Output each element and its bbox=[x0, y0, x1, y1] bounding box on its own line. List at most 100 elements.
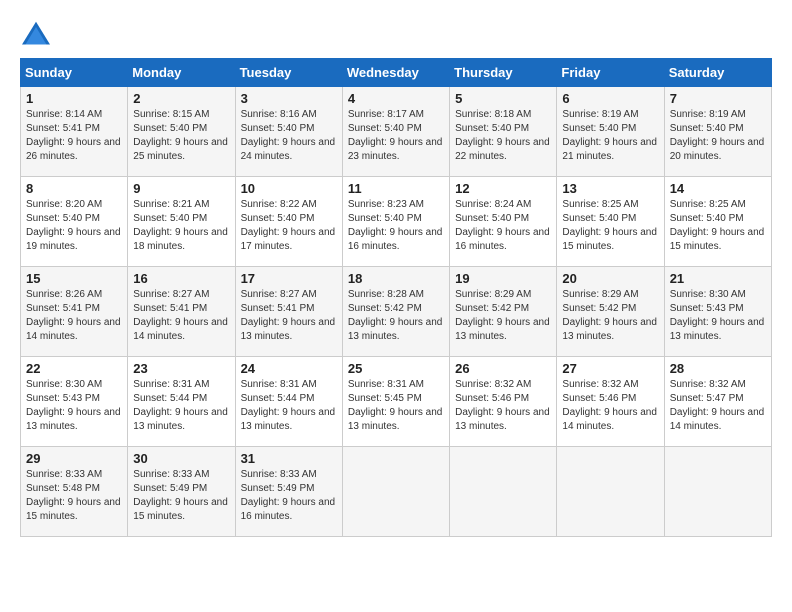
header-saturday: Saturday bbox=[664, 59, 771, 87]
calendar-cell: 21 Sunrise: 8:30 AMSunset: 5:43 PMDaylig… bbox=[664, 267, 771, 357]
header-friday: Friday bbox=[557, 59, 664, 87]
day-number: 8 bbox=[26, 181, 122, 196]
calendar-cell bbox=[664, 447, 771, 537]
calendar-cell: 29 Sunrise: 8:33 AMSunset: 5:48 PMDaylig… bbox=[21, 447, 128, 537]
calendar-cell: 7 Sunrise: 8:19 AMSunset: 5:40 PMDayligh… bbox=[664, 87, 771, 177]
day-number: 4 bbox=[348, 91, 444, 106]
calendar-cell: 2 Sunrise: 8:15 AMSunset: 5:40 PMDayligh… bbox=[128, 87, 235, 177]
day-info: Sunrise: 8:23 AMSunset: 5:40 PMDaylight:… bbox=[348, 199, 443, 252]
day-info: Sunrise: 8:28 AMSunset: 5:42 PMDaylight:… bbox=[348, 289, 443, 342]
day-number: 14 bbox=[670, 181, 766, 196]
calendar-cell: 28 Sunrise: 8:32 AMSunset: 5:47 PMDaylig… bbox=[664, 357, 771, 447]
calendar-header: SundayMondayTuesdayWednesdayThursdayFrid… bbox=[21, 59, 772, 87]
day-info: Sunrise: 8:16 AMSunset: 5:40 PMDaylight:… bbox=[241, 109, 336, 162]
calendar-cell: 3 Sunrise: 8:16 AMSunset: 5:40 PMDayligh… bbox=[235, 87, 342, 177]
day-number: 9 bbox=[133, 181, 229, 196]
day-number: 20 bbox=[562, 271, 658, 286]
calendar-cell: 17 Sunrise: 8:27 AMSunset: 5:41 PMDaylig… bbox=[235, 267, 342, 357]
logo bbox=[20, 20, 56, 48]
day-info: Sunrise: 8:27 AMSunset: 5:41 PMDaylight:… bbox=[241, 289, 336, 342]
day-number: 2 bbox=[133, 91, 229, 106]
calendar-cell: 19 Sunrise: 8:29 AMSunset: 5:42 PMDaylig… bbox=[450, 267, 557, 357]
header-sunday: Sunday bbox=[21, 59, 128, 87]
day-info: Sunrise: 8:33 AMSunset: 5:48 PMDaylight:… bbox=[26, 469, 121, 522]
header-tuesday: Tuesday bbox=[235, 59, 342, 87]
day-info: Sunrise: 8:30 AMSunset: 5:43 PMDaylight:… bbox=[26, 379, 121, 432]
day-number: 19 bbox=[455, 271, 551, 286]
day-number: 7 bbox=[670, 91, 766, 106]
calendar-cell: 4 Sunrise: 8:17 AMSunset: 5:40 PMDayligh… bbox=[342, 87, 449, 177]
day-number: 26 bbox=[455, 361, 551, 376]
day-number: 21 bbox=[670, 271, 766, 286]
day-number: 11 bbox=[348, 181, 444, 196]
calendar-cell: 8 Sunrise: 8:20 AMSunset: 5:40 PMDayligh… bbox=[21, 177, 128, 267]
week-row-5: 29 Sunrise: 8:33 AMSunset: 5:48 PMDaylig… bbox=[21, 447, 772, 537]
calendar-cell: 20 Sunrise: 8:29 AMSunset: 5:42 PMDaylig… bbox=[557, 267, 664, 357]
day-number: 17 bbox=[241, 271, 337, 286]
calendar-cell: 14 Sunrise: 8:25 AMSunset: 5:40 PMDaylig… bbox=[664, 177, 771, 267]
day-info: Sunrise: 8:30 AMSunset: 5:43 PMDaylight:… bbox=[670, 289, 765, 342]
calendar-cell: 10 Sunrise: 8:22 AMSunset: 5:40 PMDaylig… bbox=[235, 177, 342, 267]
day-info: Sunrise: 8:15 AMSunset: 5:40 PMDaylight:… bbox=[133, 109, 228, 162]
calendar-cell: 30 Sunrise: 8:33 AMSunset: 5:49 PMDaylig… bbox=[128, 447, 235, 537]
day-number: 18 bbox=[348, 271, 444, 286]
week-row-2: 8 Sunrise: 8:20 AMSunset: 5:40 PMDayligh… bbox=[21, 177, 772, 267]
calendar-cell bbox=[450, 447, 557, 537]
week-row-4: 22 Sunrise: 8:30 AMSunset: 5:43 PMDaylig… bbox=[21, 357, 772, 447]
day-info: Sunrise: 8:33 AMSunset: 5:49 PMDaylight:… bbox=[133, 469, 228, 522]
day-number: 5 bbox=[455, 91, 551, 106]
day-number: 6 bbox=[562, 91, 658, 106]
header-thursday: Thursday bbox=[450, 59, 557, 87]
day-number: 30 bbox=[133, 451, 229, 466]
calendar-cell: 27 Sunrise: 8:32 AMSunset: 5:46 PMDaylig… bbox=[557, 357, 664, 447]
week-row-3: 15 Sunrise: 8:26 AMSunset: 5:41 PMDaylig… bbox=[21, 267, 772, 357]
day-number: 1 bbox=[26, 91, 122, 106]
calendar-cell bbox=[557, 447, 664, 537]
day-info: Sunrise: 8:20 AMSunset: 5:40 PMDaylight:… bbox=[26, 199, 121, 252]
calendar-cell: 18 Sunrise: 8:28 AMSunset: 5:42 PMDaylig… bbox=[342, 267, 449, 357]
calendar-cell: 13 Sunrise: 8:25 AMSunset: 5:40 PMDaylig… bbox=[557, 177, 664, 267]
day-number: 28 bbox=[670, 361, 766, 376]
day-number: 24 bbox=[241, 361, 337, 376]
day-number: 23 bbox=[133, 361, 229, 376]
day-number: 15 bbox=[26, 271, 122, 286]
calendar-cell: 12 Sunrise: 8:24 AMSunset: 5:40 PMDaylig… bbox=[450, 177, 557, 267]
calendar-cell: 26 Sunrise: 8:32 AMSunset: 5:46 PMDaylig… bbox=[450, 357, 557, 447]
calendar-cell: 1 Sunrise: 8:14 AMSunset: 5:41 PMDayligh… bbox=[21, 87, 128, 177]
header-wednesday: Wednesday bbox=[342, 59, 449, 87]
day-number: 29 bbox=[26, 451, 122, 466]
header-monday: Monday bbox=[128, 59, 235, 87]
day-info: Sunrise: 8:31 AMSunset: 5:44 PMDaylight:… bbox=[133, 379, 228, 432]
day-info: Sunrise: 8:32 AMSunset: 5:46 PMDaylight:… bbox=[562, 379, 657, 432]
day-info: Sunrise: 8:22 AMSunset: 5:40 PMDaylight:… bbox=[241, 199, 336, 252]
day-info: Sunrise: 8:17 AMSunset: 5:40 PMDaylight:… bbox=[348, 109, 443, 162]
day-number: 16 bbox=[133, 271, 229, 286]
logo-icon bbox=[20, 20, 52, 48]
calendar-cell: 6 Sunrise: 8:19 AMSunset: 5:40 PMDayligh… bbox=[557, 87, 664, 177]
calendar-cell: 24 Sunrise: 8:31 AMSunset: 5:44 PMDaylig… bbox=[235, 357, 342, 447]
day-info: Sunrise: 8:32 AMSunset: 5:47 PMDaylight:… bbox=[670, 379, 765, 432]
day-number: 13 bbox=[562, 181, 658, 196]
day-number: 22 bbox=[26, 361, 122, 376]
day-info: Sunrise: 8:25 AMSunset: 5:40 PMDaylight:… bbox=[562, 199, 657, 252]
day-number: 12 bbox=[455, 181, 551, 196]
calendar-cell bbox=[342, 447, 449, 537]
day-info: Sunrise: 8:24 AMSunset: 5:40 PMDaylight:… bbox=[455, 199, 550, 252]
day-info: Sunrise: 8:33 AMSunset: 5:49 PMDaylight:… bbox=[241, 469, 336, 522]
day-info: Sunrise: 8:31 AMSunset: 5:44 PMDaylight:… bbox=[241, 379, 336, 432]
calendar-cell: 9 Sunrise: 8:21 AMSunset: 5:40 PMDayligh… bbox=[128, 177, 235, 267]
day-info: Sunrise: 8:18 AMSunset: 5:40 PMDaylight:… bbox=[455, 109, 550, 162]
day-info: Sunrise: 8:25 AMSunset: 5:40 PMDaylight:… bbox=[670, 199, 765, 252]
header-row: SundayMondayTuesdayWednesdayThursdayFrid… bbox=[21, 59, 772, 87]
day-info: Sunrise: 8:32 AMSunset: 5:46 PMDaylight:… bbox=[455, 379, 550, 432]
calendar-cell: 22 Sunrise: 8:30 AMSunset: 5:43 PMDaylig… bbox=[21, 357, 128, 447]
day-info: Sunrise: 8:31 AMSunset: 5:45 PMDaylight:… bbox=[348, 379, 443, 432]
calendar-cell: 15 Sunrise: 8:26 AMSunset: 5:41 PMDaylig… bbox=[21, 267, 128, 357]
page-header bbox=[20, 20, 772, 48]
day-number: 27 bbox=[562, 361, 658, 376]
day-info: Sunrise: 8:26 AMSunset: 5:41 PMDaylight:… bbox=[26, 289, 121, 342]
day-info: Sunrise: 8:29 AMSunset: 5:42 PMDaylight:… bbox=[562, 289, 657, 342]
day-number: 31 bbox=[241, 451, 337, 466]
calendar-cell: 16 Sunrise: 8:27 AMSunset: 5:41 PMDaylig… bbox=[128, 267, 235, 357]
day-info: Sunrise: 8:14 AMSunset: 5:41 PMDaylight:… bbox=[26, 109, 121, 162]
